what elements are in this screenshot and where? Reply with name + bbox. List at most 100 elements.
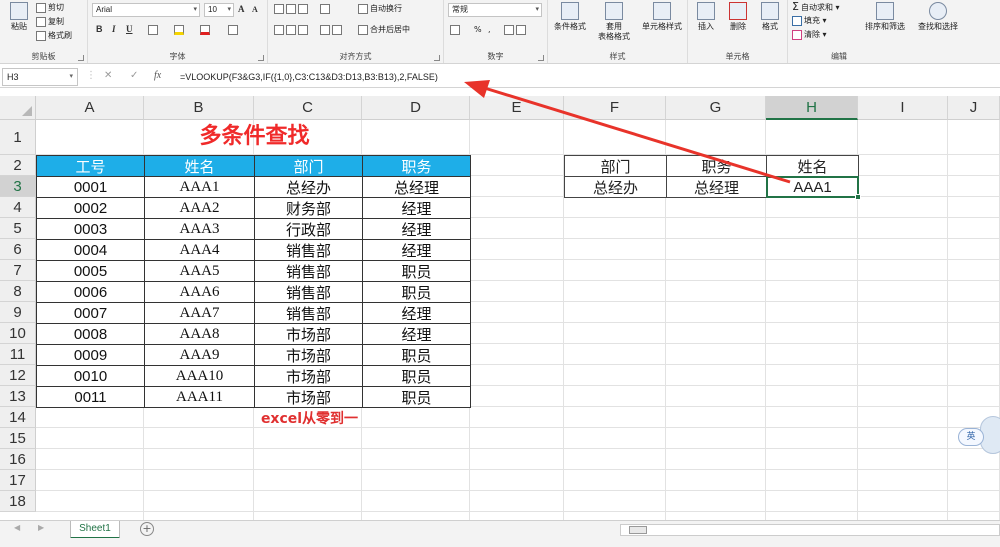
name-cell[interactable]: AAA11 — [144, 386, 255, 408]
row-header-15[interactable]: 15 — [0, 428, 36, 449]
percent-button[interactable]: % — [474, 24, 482, 36]
left-align-button[interactable] — [274, 24, 310, 36]
sheet-title[interactable]: 多条件查找 — [36, 120, 473, 152]
lookup-position-input[interactable]: 总经理 — [666, 176, 767, 198]
employee-id-cell[interactable]: 0004 — [36, 239, 145, 261]
department-cell[interactable]: 财务部 — [254, 197, 363, 219]
department-cell[interactable]: 销售部 — [254, 260, 363, 282]
lookup-header-department[interactable]: 部门 — [564, 155, 667, 177]
grow-font-button[interactable]: A — [238, 4, 245, 14]
row-header-17[interactable]: 17 — [0, 470, 36, 491]
row-header-14[interactable]: 14 — [0, 407, 36, 428]
column-header-a[interactable]: A — [36, 96, 144, 120]
horizontal-scrollbar[interactable] — [620, 524, 1000, 536]
department-cell[interactable]: 销售部 — [254, 239, 363, 261]
header-employee-id[interactable]: 工号 — [36, 155, 145, 177]
row-header-4[interactable]: 4 — [0, 197, 36, 218]
sheet-note[interactable]: excel从零到一 — [36, 407, 473, 428]
column-header-c[interactable]: C — [254, 96, 362, 120]
top-align-button[interactable] — [274, 3, 310, 15]
department-cell[interactable]: 市场部 — [254, 344, 363, 366]
department-cell[interactable]: 市场部 — [254, 323, 363, 345]
employee-id-cell[interactable]: 0009 — [36, 344, 145, 366]
prev-sheet-icon[interactable]: ◀ — [14, 523, 20, 532]
sheet-tab[interactable]: Sheet1 — [70, 521, 120, 539]
fill-handle[interactable] — [855, 194, 861, 200]
wrap-text-button[interactable]: 自动换行 — [358, 3, 402, 15]
lookup-result-cell[interactable]: AAA1 — [766, 176, 861, 200]
font-name-select[interactable]: Arial ▾ — [92, 3, 200, 17]
position-cell[interactable]: 职员 — [362, 344, 471, 366]
position-cell[interactable]: 总经理 — [362, 176, 471, 198]
autosum-button[interactable]: Σ 自动求和 ▾ — [792, 1, 840, 14]
name-cell[interactable]: AAA5 — [144, 260, 255, 282]
department-cell[interactable]: 市场部 — [254, 386, 363, 408]
fill-button[interactable]: 填充 ▾ — [792, 15, 827, 27]
format-as-table-button[interactable]: 套用 表格格式 — [594, 2, 634, 42]
cut-button[interactable]: 剪切 — [36, 2, 64, 14]
lookup-header-position[interactable]: 职务 — [666, 155, 767, 177]
row-header-7[interactable]: 7 — [0, 260, 36, 281]
column-header-b[interactable]: B — [144, 96, 254, 120]
orientation-button[interactable] — [320, 3, 332, 15]
position-cell[interactable]: 职员 — [362, 365, 471, 387]
column-header-f[interactable]: F — [564, 96, 666, 120]
row-header-2[interactable]: 2 — [0, 155, 36, 176]
comma-button[interactable]: , — [488, 24, 491, 36]
insert-function-icon[interactable]: fx — [154, 70, 161, 81]
clipboard-launcher-icon[interactable] — [78, 55, 84, 61]
column-header-d[interactable]: D — [362, 96, 470, 120]
lookup-header-name[interactable]: 姓名 — [766, 155, 859, 177]
employee-id-cell[interactable]: 0011 — [36, 386, 145, 408]
position-cell[interactable]: 经理 — [362, 239, 471, 261]
employee-id-cell[interactable]: 0006 — [36, 281, 145, 303]
position-cell[interactable]: 职员 — [362, 386, 471, 408]
insert-button[interactable]: 插入 — [690, 2, 722, 32]
position-cell[interactable]: 经理 — [362, 302, 471, 324]
ime-language-badge[interactable]: 英 — [958, 428, 984, 446]
format-painter-button[interactable]: 格式刷 — [36, 30, 72, 42]
column-header-i[interactable]: I — [858, 96, 948, 120]
border-button[interactable] — [148, 24, 160, 36]
employee-id-cell[interactable]: 0003 — [36, 218, 145, 240]
merge-center-button[interactable]: 合并后居中 — [358, 24, 410, 36]
name-cell[interactable]: AAA2 — [144, 197, 255, 219]
position-cell[interactable]: 经理 — [362, 197, 471, 219]
row-header-5[interactable]: 5 — [0, 218, 36, 239]
formula-input[interactable]: =VLOOKUP(F3&G3,IF({1,0},C3:C13&D3:D13,B3… — [180, 68, 998, 86]
select-all-button[interactable] — [0, 96, 36, 120]
department-cell[interactable]: 销售部 — [254, 302, 363, 324]
department-cell[interactable]: 总经办 — [254, 176, 363, 198]
next-sheet-icon[interactable]: ▶ — [38, 523, 44, 532]
number-launcher-icon[interactable] — [538, 55, 544, 61]
alignment-launcher-icon[interactable] — [434, 55, 440, 61]
name-cell[interactable]: AAA3 — [144, 218, 255, 240]
row-header-6[interactable]: 6 — [0, 239, 36, 260]
format-button[interactable]: 格式 — [754, 2, 786, 32]
column-header-h[interactable]: H — [766, 96, 858, 120]
font-size-select[interactable]: 10 ▾ — [204, 3, 234, 17]
department-cell[interactable]: 行政部 — [254, 218, 363, 240]
currency-button[interactable] — [450, 24, 462, 36]
position-cell[interactable]: 经理 — [362, 218, 471, 240]
copy-button[interactable]: 复制 — [36, 16, 64, 28]
column-header-e[interactable]: E — [470, 96, 564, 120]
row-header-12[interactable]: 12 — [0, 365, 36, 386]
bold-button[interactable]: B — [96, 24, 103, 34]
header-name[interactable]: 姓名 — [144, 155, 255, 177]
header-position[interactable]: 职务 — [362, 155, 471, 177]
name-box[interactable]: H3 ▾ — [2, 68, 78, 86]
conditional-format-button[interactable]: 条件格式 — [550, 2, 590, 32]
shrink-font-button[interactable]: A — [252, 5, 258, 14]
position-cell[interactable]: 职员 — [362, 260, 471, 282]
ime-widget[interactable]: 英 — [958, 416, 1000, 456]
clear-button[interactable]: 清除 ▾ — [792, 29, 827, 41]
indent-button[interactable] — [320, 24, 344, 36]
name-cell[interactable]: AAA4 — [144, 239, 255, 261]
name-cell[interactable]: AAA6 — [144, 281, 255, 303]
name-cell[interactable]: AAA7 — [144, 302, 255, 324]
column-header-g[interactable]: G — [666, 96, 766, 120]
italic-button[interactable]: I — [112, 24, 116, 34]
number-format-select[interactable]: 常规 ▾ — [448, 3, 542, 17]
cell-styles-button[interactable]: 单元格样式 — [638, 2, 686, 32]
